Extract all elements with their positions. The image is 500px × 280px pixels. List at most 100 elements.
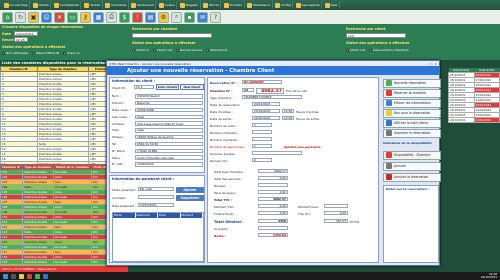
search-taskbar-icon[interactable] [11,273,16,279]
col-header[interactable]: Paiement [136,213,158,218]
field-value[interactable]: Nassima [135,101,203,106]
menu-item-8[interactable]: Stocks [202,1,222,9]
resa-number[interactable]: RC-0000085 [242,80,282,85]
calendar-icon[interactable]: ▦ [93,11,104,23]
field-value[interactable]: OSMANI Nassim [135,94,203,99]
recherche-client-input[interactable]: 123 [346,33,406,38]
menu-item-4[interactable]: Chambres [104,1,129,9]
menu-item-2[interactable]: Comptabilité [52,1,82,9]
date-sortie[interactable]: 26/10/2021 [252,116,280,121]
col-header[interactable]: Chambre N° [0,164,23,170]
field-value[interactable]: Carte d'identité nationale [135,155,203,160]
menu-item-13[interactable]: Aide [323,1,340,9]
tva-rate[interactable]: 9.00 [324,211,348,216]
client-id-field[interactable]: CL-1 [134,85,154,90]
app-taskbar-icon[interactable] [27,273,32,279]
acompte-input[interactable] [138,195,174,200]
services-field[interactable] [252,151,302,156]
chart-icon[interactable]: ▤ [145,11,156,23]
radio-checkin[interactable]: Check in [62,51,80,55]
menu-item-11[interactable]: Config [274,1,294,9]
side-button-5[interactable]: Imprimer la réservation [383,129,441,138]
radio-mid-nouvel-service[interactable]: Nouvel service [176,48,202,52]
bed-icon[interactable]: ▭ [67,11,78,23]
disponibilite-button[interactable]: Disponibilité - Chambre [383,151,441,160]
date-entree[interactable]: 25/10/2021 [252,109,280,114]
date-input[interactable]: 24/10/2021 [14,31,38,36]
field-value[interactable]: 150402205 [135,162,203,167]
side-button-4[interactable]: Afficher la liste clients [383,119,441,128]
radio-right-interventions[interactable]: Interventions chambres [369,48,409,52]
menu-item-5[interactable]: Restaurant [130,1,157,9]
col-header[interactable]: Type de chambre [21,164,54,170]
recherche-chambre-input[interactable] [132,33,212,38]
radio-non-attribuees[interactable]: Non attribuées [2,51,28,55]
settings-icon[interactable]: ⚙ [158,11,169,23]
date-paiement-input[interactable]: 24/10/2021 [138,203,174,208]
field-value[interactable]: 20/05/1988 [135,107,203,113]
nb-personnes[interactable]: 1 [252,144,272,149]
field-value[interactable]: 0540 01 50 80 [135,141,203,147]
print-icon[interactable]: ⎙ [106,11,117,23]
col-header[interactable]: Date [158,213,181,218]
side-button-2[interactable]: Effacer les informations [383,99,441,108]
new-client-button[interactable]: New Client [180,84,204,90]
key-icon[interactable]: ⚷ [80,11,91,23]
mode-select[interactable]: Par cash [138,187,174,192]
col-header[interactable]: Montant [181,213,203,218]
refresh-icon[interactable]: ↻ [15,11,26,23]
minimize-icon[interactable]: – [426,62,428,66]
alert-icon[interactable]: ! [132,11,143,23]
radio-right-checkout[interactable]: Check out [346,48,365,52]
field-value[interactable]: 1 5040 01880 [135,148,203,153]
close-icon[interactable]: ✕ [54,11,65,23]
list-clients-button[interactable]: Liste Clients [156,84,179,90]
menu-item-6[interactable]: Caisse [157,1,178,9]
nb-enfants[interactable] [252,137,272,142]
radio-mid-abandonne[interactable]: Abandonné [206,48,227,52]
supprimer-paiement-button[interactable]: Supprimer [176,195,204,201]
close-window-icon[interactable]: ✕ [434,62,437,66]
notes-box[interactable]: Notez sur la réservation : [383,185,439,263]
folder-icon[interactable]: ▣ [28,11,39,23]
heure-entree[interactable]: 12:00 [282,109,294,114]
mail-icon[interactable]: ✉ [197,11,208,23]
ajouter-paiement-button[interactable]: Ajouter [176,187,204,193]
resa-date[interactable]: 24/10/2021 [252,102,280,107]
table-row[interactable]: 20/10/2021 22/10/2021 [448,117,500,123]
start-icon[interactable] [3,273,8,279]
remise-field[interactable]: 0 [252,158,272,163]
col-header[interactable]: Mode [113,213,136,218]
col-header[interactable]: Statut de la chambre [52,164,92,170]
menu-item-7[interactable]: Magasin [178,1,201,9]
field-value[interactable]: Cité Aissa Alsemmi Bab El Oued [135,121,203,126]
maximize-icon[interactable]: □ [430,62,433,66]
field-value[interactable]: Alger [135,114,203,119]
ajouter-personne-link[interactable]: Ajouter une personne [284,145,321,149]
help-icon[interactable]: ? [210,11,221,23]
hotel-app-taskbar-icon[interactable] [35,273,40,279]
menu-item-0[interactable]: Accueil Mag [2,1,30,9]
radio-mid-checkin[interactable]: Check in [132,48,149,52]
menu-item-9[interactable]: Produits [222,1,245,9]
menu-item-3[interactable]: Ventes [82,1,103,9]
money-icon[interactable]: $ [119,11,130,23]
menu-item-1[interactable]: Clients [31,1,52,9]
side-button-1[interactable]: Réserver la chambre [383,89,441,98]
save-icon[interactable]: ▪ [184,11,195,23]
annuler-button[interactable]: Annuler [383,162,441,171]
browser-taskbar-icon[interactable] [43,273,48,279]
radio-mid-checkout[interactable]: Check out [152,48,172,52]
user-icon[interactable]: ☺ [41,11,52,23]
folder-taskbar-icon[interactable] [19,273,24,279]
field-value[interactable]: Alger [135,128,203,133]
nb-nuits[interactable]: 1 [252,123,272,128]
home-icon[interactable]: ⌂ [2,11,13,23]
side-button-0[interactable]: Nouvelle réservation [383,79,441,88]
menu-item-12[interactable]: Sauvegarde [294,1,323,9]
side-button-3[interactable]: Bon pour la réservation [383,109,441,118]
chambre-number[interactable]: 13 [242,88,254,93]
annuler-reservation-button[interactable]: Annuler la réservation [383,173,441,182]
radio-resa-checkin[interactable]: Résa CHECK IN [32,51,59,55]
search-icon[interactable]: ⌕ [171,11,182,23]
